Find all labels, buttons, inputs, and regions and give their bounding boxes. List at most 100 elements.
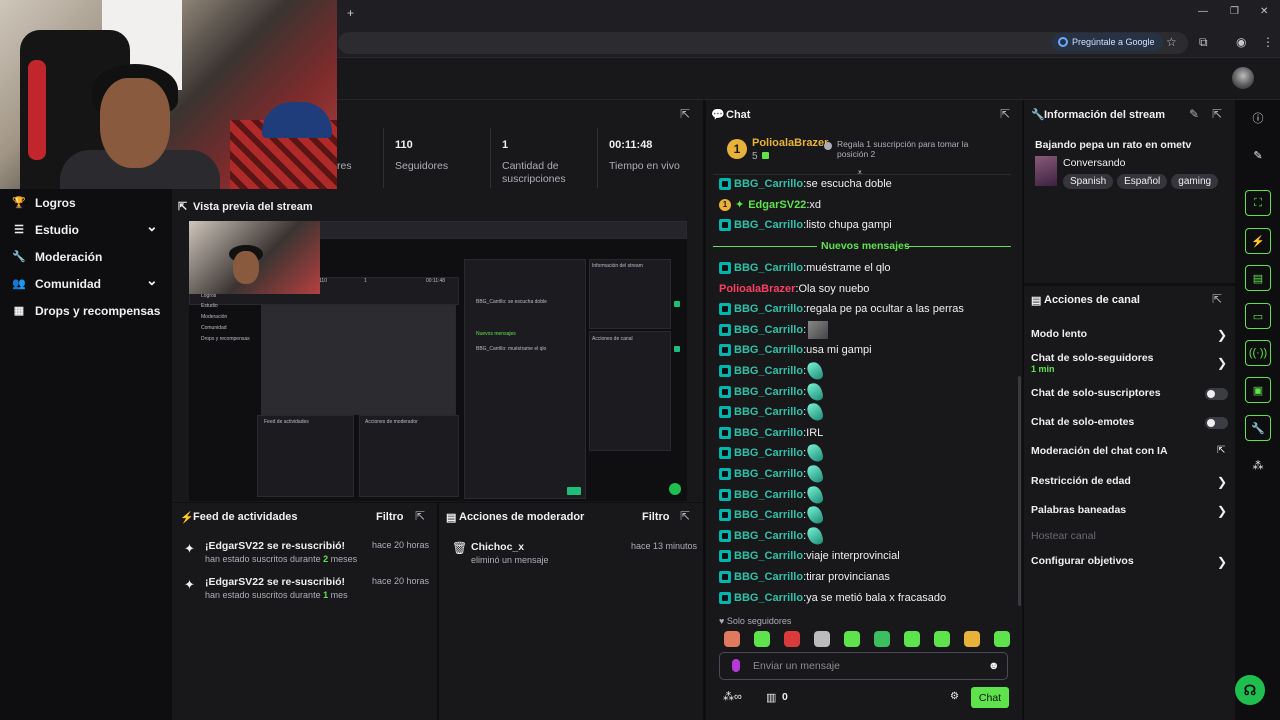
chat-message[interactable]: BBG_Carrillo: ya se metió bala x fracasa… bbox=[719, 590, 946, 606]
sidebar-item-estudio[interactable]: ☰ Estudio ⌄ bbox=[0, 216, 172, 243]
chat-message[interactable]: BBG_Carrillo: regala pe pa ocultar a las… bbox=[719, 301, 964, 317]
quick-emote-icon[interactable] bbox=[904, 631, 920, 647]
chat-username[interactable]: EdgarSV22 bbox=[748, 199, 806, 211]
feed-item-title[interactable]: ¡EdgarSV22 se re-suscribió! bbox=[205, 540, 345, 552]
category-name[interactable]: Conversando bbox=[1063, 157, 1125, 169]
chat-message[interactable]: 1 ✦ EdgarSV22: xd bbox=[719, 197, 821, 213]
clip-icon[interactable]: ⛶ bbox=[1245, 190, 1271, 216]
chat-username[interactable]: BBG_Carrillo bbox=[734, 427, 803, 439]
channel-points-icon[interactable]: ⁂∞ bbox=[723, 690, 742, 703]
chevron-right-icon[interactable]: ❯ bbox=[1217, 504, 1227, 518]
browser-menu-icon[interactable]: ⋮ bbox=[1262, 35, 1274, 49]
chat-username[interactable]: BBG_Carrillo bbox=[734, 571, 803, 583]
chevron-right-icon[interactable]: ❯ bbox=[1217, 475, 1227, 489]
mod-tools-icon[interactable]: ▣ bbox=[1245, 377, 1271, 403]
chat-message[interactable]: BBG_Carrillo: bbox=[719, 360, 825, 382]
extensions-icon[interactable]: ⧉ bbox=[1199, 35, 1208, 50]
stream-tag[interactable]: Spanish bbox=[1063, 174, 1114, 189]
chat-username[interactable]: BBG_Carrillo bbox=[734, 219, 803, 231]
mod-filter-button[interactable]: Filtro bbox=[642, 511, 670, 523]
chat-settings-icon[interactable]: ⚙ bbox=[950, 691, 959, 702]
chat-username[interactable]: BBG_Carrillo bbox=[734, 262, 803, 274]
broadcast-icon[interactable]: ((·)) bbox=[1245, 340, 1271, 366]
chat-message[interactable]: BBG_Carrillo: bbox=[719, 463, 825, 485]
chat-message[interactable]: BBG_Carrillo: IRL bbox=[719, 425, 823, 441]
feed-filter-button[interactable]: Filtro bbox=[376, 511, 404, 523]
chevron-right-icon[interactable]: ❯ bbox=[1217, 555, 1227, 569]
quick-emote-icon[interactable] bbox=[844, 631, 860, 647]
quick-emote-icon[interactable] bbox=[814, 631, 830, 647]
channel-action-moderaci-n-del-chat-con-ia[interactable]: Moderación del chat con IA bbox=[1031, 445, 1168, 457]
quick-emote-icon[interactable] bbox=[964, 631, 980, 647]
chat-username[interactable]: BBG_Carrillo bbox=[734, 592, 803, 604]
popout-icon[interactable]: ⇱ bbox=[680, 107, 690, 121]
quick-emote-icon[interactable] bbox=[934, 631, 950, 647]
wrench-icon[interactable]: 🔧 bbox=[1245, 415, 1271, 441]
chat-message[interactable]: BBG_Carrillo: tirar provincianas bbox=[719, 569, 890, 585]
chat-username[interactable]: BBG_Carrillo bbox=[734, 303, 803, 315]
chat-message[interactable]: BBG_Carrillo: bbox=[719, 442, 825, 464]
chat-username[interactable]: BBG_Carrillo bbox=[734, 530, 803, 542]
info-popout-icon[interactable]: ⇱ bbox=[1212, 107, 1222, 121]
quick-emote-icon[interactable] bbox=[724, 631, 740, 647]
bookmark-star-icon[interactable]: ☆ bbox=[1166, 35, 1177, 49]
sidebar-item-logros[interactable]: 🏆 Logros bbox=[0, 189, 172, 216]
edit-info-icon[interactable]: ✎ bbox=[1189, 107, 1199, 121]
stream-preview-video[interactable]: Logros Estudio Moderación Comunidad Drop… bbox=[189, 221, 687, 501]
chat-username[interactable]: PolioalaBrazer bbox=[719, 283, 795, 295]
chevron-right-icon[interactable]: ❯ bbox=[1217, 328, 1227, 342]
sidebar-item-drops[interactable]: ▦ Drops y recompensas bbox=[0, 297, 172, 324]
chat-username[interactable]: BBG_Carrillo bbox=[734, 324, 803, 336]
channel-action-chat-de-solo-seguidores[interactable]: Chat de solo-seguidores bbox=[1031, 352, 1154, 364]
chat-scrollbar[interactable] bbox=[1018, 376, 1021, 606]
chat-message[interactable]: BBG_Carrillo: listo chupa gampi bbox=[719, 217, 892, 233]
chat-username[interactable]: BBG_Carrillo bbox=[734, 489, 803, 501]
channel-action-chat-de-solo-emotes[interactable]: Chat de solo-emotes bbox=[1031, 416, 1134, 428]
actions-popout-icon[interactable]: ⇱ bbox=[1212, 292, 1222, 306]
new-tab-button[interactable]: + bbox=[347, 6, 354, 20]
chat-message[interactable]: BBG_Carrillo: usa mi gampi bbox=[719, 342, 872, 358]
stream-tag[interactable]: Español bbox=[1117, 174, 1168, 189]
feed-popout-icon[interactable]: ⇱ bbox=[415, 509, 425, 523]
external-link-icon[interactable]: ⇱ bbox=[1217, 445, 1225, 456]
minimize-button[interactable]: — bbox=[1198, 6, 1208, 17]
chat-message[interactable]: PolioalaBrazer: Ola soy nuebo bbox=[719, 281, 869, 297]
chat-input[interactable]: Enviar un mensaje ☻ bbox=[719, 652, 1008, 680]
quick-emote-icon[interactable] bbox=[754, 631, 770, 647]
chat-popout-icon[interactable]: ⇱ bbox=[1000, 107, 1010, 121]
chevron-right-icon[interactable]: ❯ bbox=[1217, 356, 1227, 370]
chat-message[interactable]: BBG_Carrillo: muéstrame el qlo bbox=[719, 260, 891, 276]
chat-message[interactable]: BBG_Carrillo: se escucha doble bbox=[719, 176, 892, 192]
help-support-icon[interactable]: ☊ bbox=[1235, 675, 1265, 705]
channel-action-modo-lento[interactable]: Modo lento bbox=[1031, 328, 1087, 340]
chat-username[interactable]: BBG_Carrillo bbox=[734, 178, 803, 190]
notes-icon[interactable]: ▤ bbox=[1245, 265, 1271, 291]
chat-message[interactable]: BBG_Carrillo: bbox=[719, 320, 829, 339]
quick-emote-icon[interactable] bbox=[994, 631, 1010, 647]
chat-username[interactable]: BBG_Carrillo bbox=[734, 386, 803, 398]
chat-message[interactable]: BBG_Carrillo: bbox=[719, 381, 825, 403]
chat-username[interactable]: BBG_Carrillo bbox=[734, 509, 803, 521]
extensions-dots-icon[interactable]: ⁂ bbox=[1245, 452, 1271, 478]
chat-username[interactable]: BBG_Carrillo bbox=[734, 550, 803, 562]
send-chat-button[interactable]: Chat bbox=[971, 687, 1009, 708]
quick-emote-icon[interactable] bbox=[784, 631, 800, 647]
ask-google-button[interactable]: Pregúntale a Google bbox=[1052, 33, 1163, 51]
channel-action-hostear-canal[interactable]: Hostear canal bbox=[1031, 530, 1096, 542]
chat-username[interactable]: BBG_Carrillo bbox=[734, 365, 803, 377]
leaderboard-user[interactable]: PolioalaBrazer bbox=[752, 137, 828, 149]
feed-item-title[interactable]: ¡EdgarSV22 se re-suscribió! bbox=[205, 576, 345, 588]
channel-action-restricci-n-de-edad[interactable]: Restricción de edad bbox=[1031, 475, 1131, 487]
maximize-button[interactable]: ❐ bbox=[1230, 6, 1239, 17]
mod-popout-icon[interactable]: ⇱ bbox=[680, 509, 690, 523]
chat-message[interactable]: BBG_Carrillo: bbox=[719, 401, 825, 423]
sidebar-item-comunidad[interactable]: 👥 Comunidad ⌄ bbox=[0, 270, 172, 297]
close-window-button[interactable]: ✕ bbox=[1260, 6, 1268, 17]
whisper-icon[interactable]: ▭ bbox=[1245, 303, 1271, 329]
category-box-art[interactable] bbox=[1035, 156, 1057, 186]
chat-message[interactable]: BBG_Carrillo: bbox=[719, 504, 825, 526]
toggle-switch[interactable] bbox=[1205, 417, 1228, 429]
chat-username[interactable]: BBG_Carrillo bbox=[734, 344, 803, 356]
chat-username[interactable]: BBG_Carrillo bbox=[734, 447, 803, 459]
quick-emote-icon[interactable] bbox=[874, 631, 890, 647]
